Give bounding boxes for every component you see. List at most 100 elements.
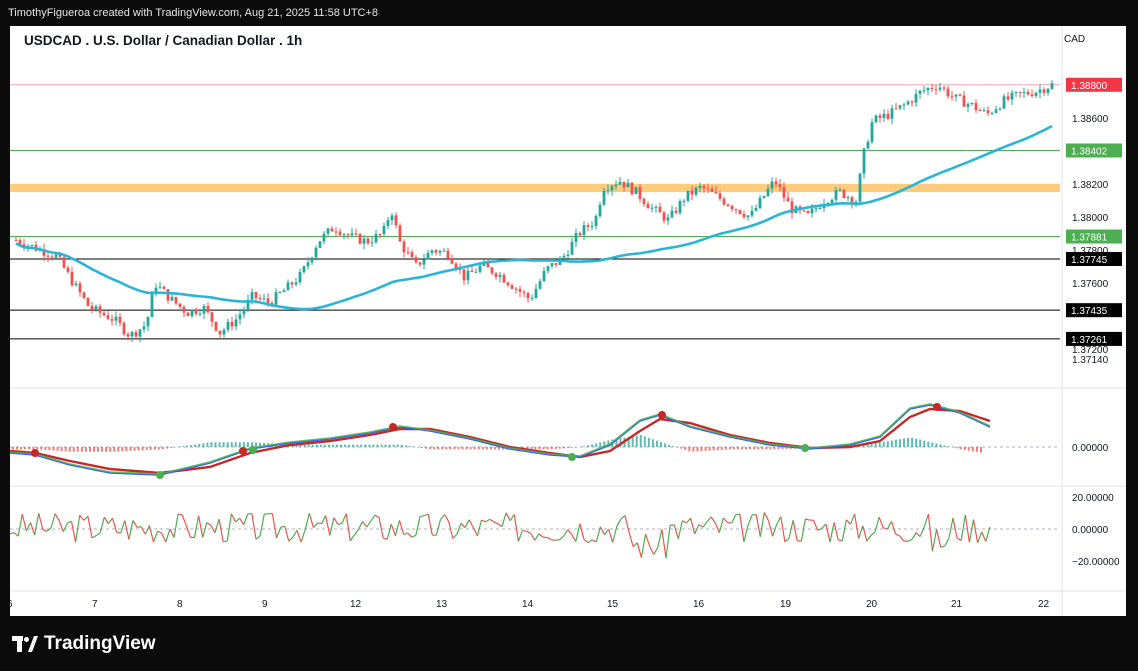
osc-segment	[464, 519, 470, 528]
candle-body	[766, 188, 770, 197]
candle-body	[714, 191, 718, 194]
osc-segment	[21, 514, 27, 532]
macd-histogram-bar	[404, 445, 407, 447]
macd-histogram-bar	[485, 447, 488, 450]
osc-tick-label: 20.00000	[1072, 493, 1114, 504]
macd-histogram-bar	[700, 447, 703, 452]
candle-body	[390, 215, 394, 221]
candle-body	[842, 189, 846, 198]
osc-segment	[923, 513, 929, 527]
macd-histogram-bar	[32, 447, 35, 450]
macd-histogram-bar	[939, 444, 942, 447]
candle-body	[538, 281, 542, 289]
macd-histogram-bar	[206, 442, 209, 447]
osc-segment	[341, 513, 347, 524]
candle-body	[126, 334, 130, 337]
level-price-tag: 1.37745	[1071, 255, 1108, 266]
candle-body	[994, 109, 998, 113]
candle-body	[158, 286, 162, 288]
osc-segment	[776, 516, 782, 525]
macd-histogram-bar	[380, 444, 383, 447]
macd-histogram-bar	[182, 446, 185, 447]
macd-histogram-bar	[886, 441, 889, 447]
candle-body	[150, 292, 154, 318]
candle-body	[14, 239, 18, 241]
candle-body	[526, 292, 530, 299]
candle-body	[186, 312, 190, 317]
candle-body	[902, 104, 906, 106]
macd-histogram-bar	[52, 447, 55, 451]
macd-histogram-bar	[651, 439, 654, 447]
osc-segment	[883, 527, 888, 530]
osc-segment	[538, 533, 544, 538]
osc-segment	[948, 517, 954, 539]
osc-tick-label: −20.00000	[1072, 557, 1120, 568]
macd-histogram-bar	[125, 447, 128, 452]
osc-segment	[968, 519, 975, 543]
candle-body	[1026, 91, 1030, 95]
candle-body	[554, 263, 558, 265]
macd-histogram-bar	[222, 442, 225, 447]
candle-body	[806, 211, 810, 214]
macd-histogram-bar	[473, 447, 476, 450]
macd-histogram-bar	[238, 442, 241, 447]
osc-segment	[657, 529, 663, 548]
macd-histogram-bar	[356, 444, 359, 447]
osc-segment	[817, 527, 823, 531]
osc-segment	[493, 521, 499, 525]
osc-segment	[489, 518, 495, 523]
candle-body	[282, 290, 286, 292]
chart-canvas[interactable]: 1.386001.382001.380001.378001.376001.372…	[10, 26, 1126, 616]
candle-body	[258, 298, 262, 300]
candle-body	[1034, 92, 1038, 97]
candle-body	[502, 274, 506, 283]
macd-histogram-bar	[400, 444, 403, 447]
macd-histogram-bar	[161, 447, 164, 450]
macd-histogram-bar	[28, 447, 31, 450]
candle-body	[894, 108, 898, 110]
macd-histogram-bar	[445, 447, 448, 450]
macd-histogram-bar	[327, 444, 330, 447]
macd-histogram-bar	[894, 439, 897, 447]
osc-segment	[686, 517, 692, 524]
osc-segment	[845, 519, 851, 525]
osc-segment	[29, 522, 36, 536]
osc-segment	[337, 522, 343, 525]
candle-body	[654, 206, 658, 208]
footer	[0, 616, 1138, 671]
osc-segment	[559, 535, 564, 541]
macd-cross-dot	[801, 444, 809, 452]
macd-histogram-bar	[765, 447, 768, 450]
candle-body	[350, 233, 354, 236]
osc-tick-label: 0.00000	[1072, 525, 1109, 536]
macd-histogram-bar	[562, 447, 565, 449]
candle-body	[598, 204, 602, 216]
candle-body	[470, 270, 474, 273]
osc-segment	[38, 513, 44, 530]
osc-segment	[165, 528, 171, 543]
macd-histogram-bar	[591, 444, 594, 447]
macd-histogram-bar	[376, 444, 379, 447]
osc-segment	[620, 515, 626, 520]
candle-body	[670, 210, 674, 218]
macd-histogram-bar	[340, 444, 343, 447]
chart-panel[interactable]: 1.38600 1.38200 1.38000 1.37800 1.37600 1.372…	[10, 26, 1126, 616]
candle-body	[146, 317, 150, 327]
macd-histogram-bar	[566, 447, 569, 449]
osc-segment	[476, 519, 483, 536]
osc-segment	[193, 515, 200, 538]
osc-segment	[632, 542, 638, 548]
macd-histogram-bar	[587, 445, 590, 447]
currency-label[interactable]: CAD	[1054, 26, 1126, 50]
candle-body	[1030, 94, 1034, 97]
macd-histogram-bar	[129, 447, 132, 451]
candle-body	[782, 187, 786, 198]
osc-segment	[214, 518, 220, 533]
macd-histogram-bar	[137, 447, 140, 451]
osc-segment	[722, 517, 728, 523]
candle-body	[566, 254, 570, 256]
macd-histogram-bar	[246, 442, 249, 447]
macd-histogram-bar	[489, 447, 492, 450]
macd-histogram-bar	[218, 442, 221, 447]
candle-body	[414, 257, 418, 263]
